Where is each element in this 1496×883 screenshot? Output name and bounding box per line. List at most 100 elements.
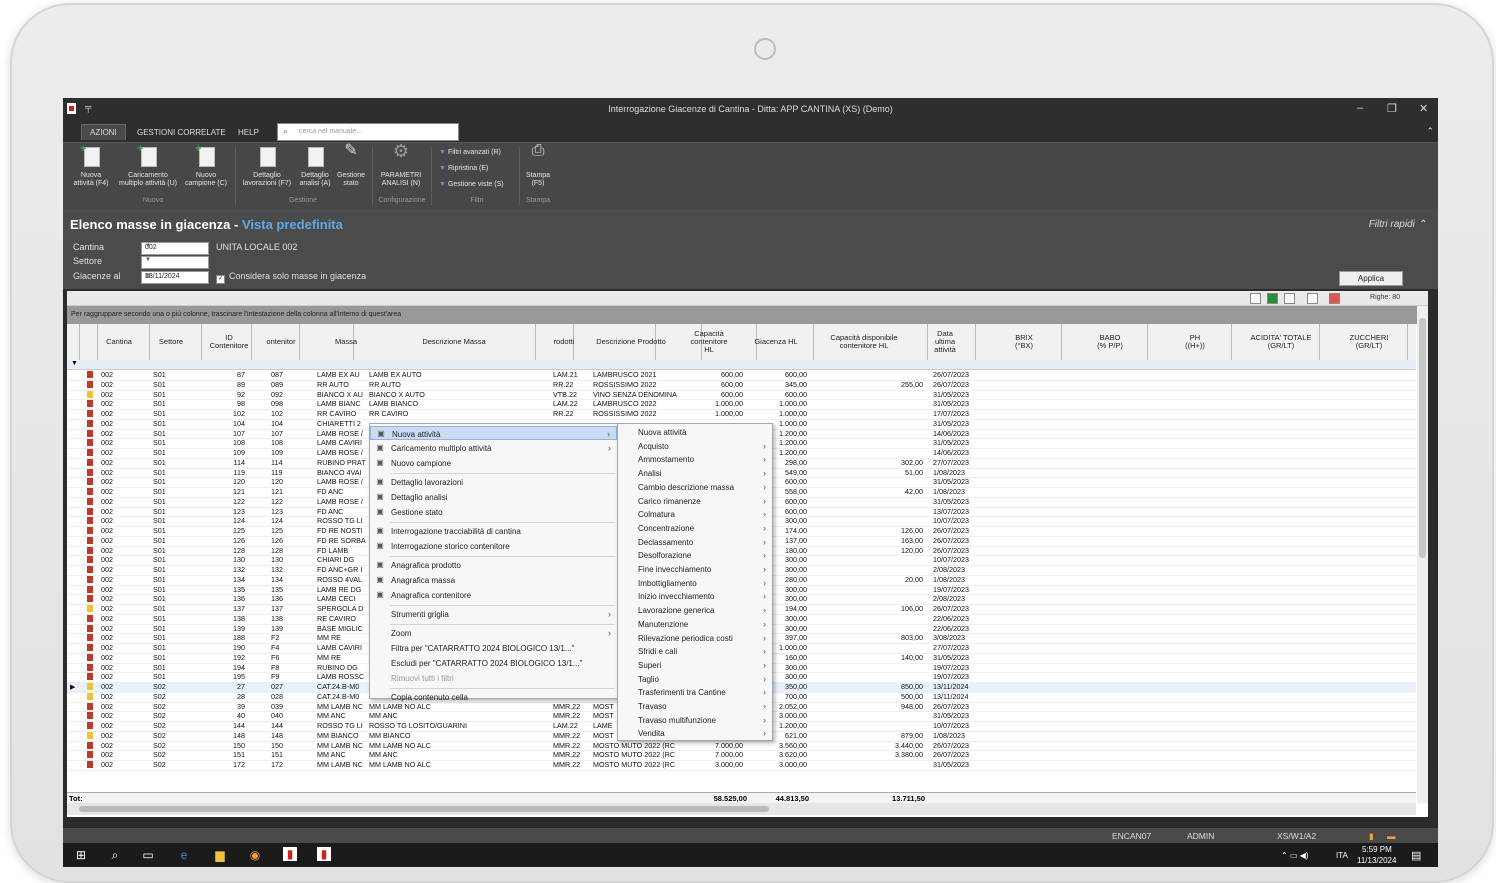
cell-massa[interactable]: MM RE xyxy=(317,653,367,662)
menu-item-13[interactable]: Filtra per "CATARRATTO 2024 BIOLOGICO 13… xyxy=(370,641,617,655)
menu-item-9[interactable]: ▣ Anagrafica massa xyxy=(370,573,617,587)
clock-date[interactable]: 11/13/2024 xyxy=(1357,856,1396,865)
cell-massa[interactable]: BIANCO 4VAI xyxy=(317,468,367,477)
cell-massa[interactable]: MM RE xyxy=(317,633,367,642)
cell-descp[interactable]: MOSTO MUTO 2022 (RC xyxy=(593,760,683,769)
cell-massa[interactable]: FD LAMB xyxy=(317,546,367,555)
cell-cantina[interactable]: 002 xyxy=(101,555,129,564)
cell-data[interactable]: 27/07/2023 xyxy=(933,643,993,652)
menu-item-12[interactable]: Zoom › xyxy=(370,626,617,640)
tab-help[interactable]: HELP xyxy=(230,125,267,140)
cell-data[interactable]: 1/08/2023 xyxy=(933,468,993,477)
cell-ct[interactable]: F2 xyxy=(271,633,301,642)
column-header-15[interactable]: ACIDITA' TOTALE (GR/LT) xyxy=(1237,324,1325,360)
cell-data[interactable]: 26/07/2023 xyxy=(933,526,993,535)
cell-id[interactable]: 188 xyxy=(205,633,245,642)
cell-disp[interactable]: 106,00 xyxy=(811,604,923,613)
menu-item-3[interactable]: ▣ Dettaglio lavorazioni xyxy=(370,475,617,489)
cell-data[interactable]: 26/07/2023 xyxy=(933,546,993,555)
column-header-3[interactable]: ontenitor xyxy=(261,324,301,360)
cell-data[interactable]: 26/07/2023 xyxy=(933,370,993,379)
cell-cantina[interactable]: 002 xyxy=(101,731,129,740)
cell-massa[interactable]: FD ANC xyxy=(317,487,367,496)
cell-massa[interactable]: CAT.24.B-M0 xyxy=(317,692,367,701)
gestione-stato-button[interactable]: ✎ Gestione stato xyxy=(333,143,369,188)
cell-data[interactable]: 26/07/2023 xyxy=(933,750,993,759)
column-header-8[interactable]: Capacità contenitore HL xyxy=(684,324,734,360)
nuova-attivita-button[interactable]: + Nuova attività (F4) xyxy=(67,144,115,188)
cell-cantina[interactable]: 002 xyxy=(101,565,129,574)
cell-id[interactable]: 114 xyxy=(205,458,245,467)
cell-ct[interactable]: 121 xyxy=(271,487,301,496)
cell-ct[interactable]: 107 xyxy=(271,429,301,438)
cell-id[interactable]: 132 xyxy=(205,565,245,574)
cell-descp[interactable]: MOSTO MUTO 2022 (RC xyxy=(593,750,683,759)
cell-massa[interactable]: LAMB RE DG xyxy=(317,585,367,594)
cell-prod[interactable]: MMR.22 xyxy=(553,741,591,750)
cell-cap[interactable]: 7.000,00 xyxy=(685,741,743,750)
cell-descp[interactable]: VINO SENZA DENOMINA xyxy=(593,390,683,399)
menu-item-1[interactable]: ▣ Caricamento multiplo attività › xyxy=(370,441,617,455)
cell-ct[interactable]: 151 xyxy=(271,750,301,759)
cell-id[interactable]: 121 xyxy=(205,487,245,496)
cell-massa[interactable]: CHIARETTI 2 xyxy=(317,419,367,428)
cell-data[interactable]: 22/06/2023 xyxy=(933,614,993,623)
cell-massa[interactable]: LAMB EX AU xyxy=(317,370,367,379)
submenu-item-14[interactable]: Manutenzione › xyxy=(618,618,772,632)
ripristina-button[interactable]: ▼ Ripristina (E) xyxy=(439,165,488,172)
column-header-12[interactable]: BRIX (°BX) xyxy=(981,324,1067,360)
gestione-viste-button[interactable]: ▼ Gestione viste (S) xyxy=(439,181,504,188)
cell-settore[interactable]: S01 xyxy=(153,546,193,555)
cell-settore[interactable]: S02 xyxy=(153,702,193,711)
cell-settore[interactable]: S02 xyxy=(153,760,193,769)
submenu-item-4[interactable]: Cambio descrizione massa › xyxy=(618,481,772,495)
cell-data[interactable]: 17/07/2023 xyxy=(933,409,993,418)
cell-data[interactable]: 31/05/2023 xyxy=(933,711,993,720)
cell-settore[interactable]: S02 xyxy=(153,721,193,730)
cell-descp[interactable]: LAMBRUSCO 2022 xyxy=(593,399,683,408)
cell-settore[interactable]: S02 xyxy=(153,750,193,759)
cell-settore[interactable]: S01 xyxy=(153,672,193,681)
cell-id[interactable]: 120 xyxy=(205,477,245,486)
dettaglio-analisi-button[interactable]: Dettaglio analisi (A) xyxy=(295,147,335,188)
cell-giac[interactable]: 600,00 xyxy=(747,390,807,399)
cell-settore[interactable]: S01 xyxy=(153,477,193,486)
app-taskbar-icon[interactable]: ▮ xyxy=(283,847,297,861)
tab-azioni[interactable]: AZIONI xyxy=(81,124,126,140)
cell-disp[interactable]: 850,00 xyxy=(811,682,923,691)
cell-data[interactable]: 31/05/2023 xyxy=(933,497,993,506)
menu-item-14[interactable]: Escludi per "CATARRATTO 2024 BIOLOGICO 1… xyxy=(370,656,617,670)
filtri-avanzati-button[interactable]: ▼ Filtri avanzati (R) xyxy=(439,149,501,156)
dettaglio-lavorazioni-button[interactable]: Dettaglio lavorazioni (F7) xyxy=(239,147,295,188)
cell-massa[interactable]: ROSSO TG LI xyxy=(317,516,367,525)
cell-data[interactable]: 26/07/2023 xyxy=(933,702,993,711)
cell-disp[interactable]: 42,00 xyxy=(811,487,923,496)
cell-cantina[interactable]: 002 xyxy=(101,526,129,535)
cell-massa[interactable]: LAMB ROSE / xyxy=(317,497,367,506)
cell-massa[interactable]: FD RE SORBA xyxy=(317,536,367,545)
cell-ct[interactable]: 125 xyxy=(271,526,301,535)
submenu-item-15[interactable]: Rilevazione periodica costi › xyxy=(618,632,772,646)
submenu-item-16[interactable]: Sfridi e cali › xyxy=(618,645,772,659)
cell-cantina[interactable]: 002 xyxy=(101,663,129,672)
cell-descp[interactable]: LAMBRUSCO 2021 xyxy=(593,370,683,379)
cell-desc[interactable]: ROSSO TG LOSITO/GUARINI xyxy=(369,721,551,730)
cell-data[interactable]: 19/07/2023 xyxy=(933,663,993,672)
cell-settore[interactable]: S01 xyxy=(153,624,193,633)
cell-disp[interactable]: 140,00 xyxy=(811,653,923,662)
cell-id[interactable]: 122 xyxy=(205,497,245,506)
cell-id[interactable]: 125 xyxy=(205,526,245,535)
cell-disp[interactable]: 126,00 xyxy=(811,526,923,535)
cell-settore[interactable]: S01 xyxy=(153,633,193,642)
cell-data[interactable]: 19/07/2023 xyxy=(933,672,993,681)
filter-row[interactable]: ▼ xyxy=(67,360,1416,370)
cell-data[interactable]: 13/07/2023 xyxy=(933,507,993,516)
applica-button[interactable]: Applica xyxy=(1339,271,1403,286)
cell-giac[interactable]: 600,00 xyxy=(747,370,807,379)
cell-id[interactable]: 150 xyxy=(205,741,245,750)
cell-ct[interactable]: 126 xyxy=(271,536,301,545)
cell-massa[interactable]: FD ANC+GR I xyxy=(317,565,367,574)
menu-item-15[interactable]: Rimuovi tutti i filtri xyxy=(370,671,617,685)
cell-data[interactable]: 31/05/2023 xyxy=(933,419,993,428)
cell-massa[interactable]: LAMB CAVIRI xyxy=(317,438,367,447)
